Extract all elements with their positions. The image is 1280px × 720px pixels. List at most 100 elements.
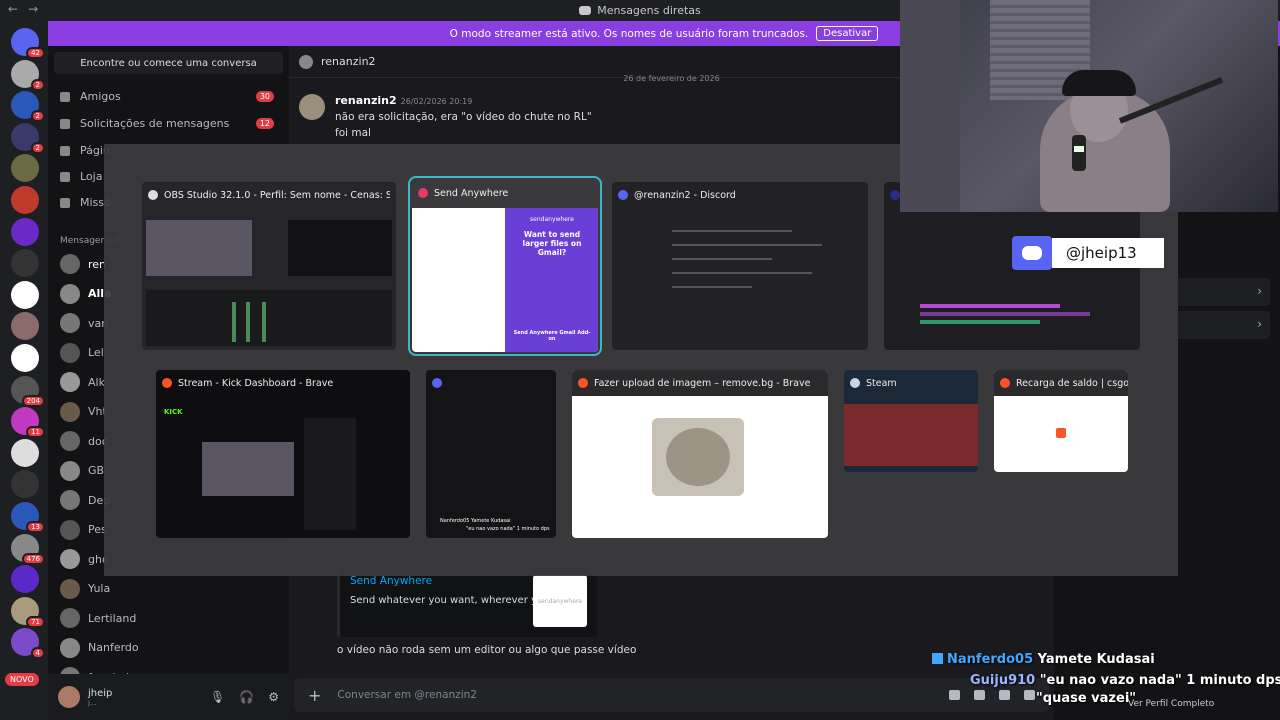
dm-item[interactable]: gho: [60, 549, 109, 569]
switcher-window-steam[interactable]: Steam: [844, 370, 978, 472]
switcher-window-obs[interactable]: OBS Studio 32.1.0 - Perfil: Sem nome - C…: [142, 182, 396, 350]
discord-name-badge: @jheip13: [1012, 236, 1164, 270]
dm-item[interactable]: doc: [60, 431, 108, 451]
switcher-window-overlay[interactable]: Nanferdo05 Yamete Kudasai "eu nao vazo n…: [426, 370, 556, 538]
dm-item[interactable]: Lertiland: [60, 608, 136, 628]
nav-friends[interactable]: Amigos 30: [60, 90, 274, 103]
microphone: [1072, 135, 1086, 171]
window-title: Send Anywhere: [434, 187, 509, 199]
server-icon[interactable]: 2: [11, 59, 45, 91]
avatar: [60, 519, 80, 540]
avatar: [60, 372, 80, 392]
new-badge: NOVO: [5, 673, 39, 686]
server-icon[interactable]: [11, 186, 39, 214]
server-icon[interactable]: 11: [11, 407, 45, 439]
text-line: [672, 230, 792, 232]
unread-badge: 476: [21, 552, 45, 565]
promo-brand: sendanywhere: [530, 216, 574, 223]
forward-arrow-icon[interactable]: →: [28, 2, 38, 16]
dm-item[interactable]: GB: [60, 460, 104, 481]
mail-icon: [60, 118, 70, 129]
unread-badge: 11: [26, 426, 45, 439]
unread-badge: 13: [26, 521, 45, 533]
switcher-window-removebg[interactable]: Fazer upload de imagem – remove.bg - Bra…: [572, 370, 828, 538]
cap: [1062, 70, 1136, 96]
emoji-icon[interactable]: [1024, 690, 1035, 700]
audio-meter: [246, 302, 250, 342]
dm-item[interactable]: Lel: [60, 342, 104, 363]
server-icon[interactable]: [11, 280, 39, 309]
message-composer[interactable]: + Conversar em @renanzin2: [294, 678, 1049, 712]
server-icon[interactable]: 2: [11, 91, 45, 123]
server-icon[interactable]: [11, 470, 39, 499]
dm-item[interactable]: Yula: [60, 578, 110, 599]
friends-icon: [60, 91, 70, 102]
author-avatar[interactable]: [299, 94, 325, 120]
microphone-icon[interactable]: 🎙: [210, 690, 225, 704]
settings-gear-icon[interactable]: ⚙: [268, 690, 279, 704]
sticker-icon[interactable]: [999, 690, 1010, 700]
avatar: [60, 460, 80, 481]
shop-icon: [60, 171, 70, 182]
back-arrow-icon[interactable]: ←: [8, 2, 18, 16]
avatar: [60, 490, 80, 510]
nav-label: Amigos: [80, 90, 121, 103]
server-icon[interactable]: 13: [11, 502, 45, 533]
embed-title[interactable]: Send Anywhere: [350, 575, 432, 587]
server-icon[interactable]: 2: [11, 122, 45, 154]
window-title: Steam: [866, 377, 897, 389]
dm-item[interactable]: van: [60, 313, 108, 333]
chevron-right-icon: ›: [1257, 317, 1262, 331]
server-icon[interactable]: 42: [11, 28, 45, 59]
avatar: [60, 254, 80, 274]
embed-thumbnail[interactable]: sendanywhere: [533, 575, 587, 627]
server-icon[interactable]: 71: [11, 596, 45, 628]
kick-icon: [932, 653, 943, 664]
nav-message-requests[interactable]: Solicitações de mensagens 12: [60, 117, 274, 130]
view-full-profile-link[interactable]: Ver Perfil Completo: [1128, 699, 1214, 709]
add-attachment-icon[interactable]: +: [308, 686, 321, 705]
dm-item[interactable]: Nanferdo: [60, 637, 139, 658]
recipient-avatar[interactable]: [299, 54, 313, 69]
author-name[interactable]: renanzin2: [335, 94, 397, 107]
server-icon[interactable]: [11, 312, 39, 341]
unread-badge: 204: [21, 394, 45, 407]
user-avatar[interactable]: [58, 686, 80, 708]
switcher-window-send-anywhere[interactable]: Send Anywhere sendanywhere Want to send …: [408, 176, 602, 356]
cat-face: [666, 428, 730, 486]
timeline-clip: [920, 320, 1040, 324]
server-icon[interactable]: [11, 438, 39, 467]
dm-item[interactable]: Dep: [60, 490, 110, 510]
recipient-name[interactable]: renanzin2: [321, 55, 376, 68]
headphones-icon[interactable]: 🎧: [239, 690, 254, 704]
switcher-window-csgo[interactable]: Recarga de saldo | csgo.n...: [994, 370, 1128, 472]
dm-item[interactable]: Vht: [60, 401, 107, 422]
server-icon[interactable]: [11, 565, 39, 594]
stream-chat-line: Nanferdo05 Yamete Kudasai: [932, 652, 1155, 667]
timeline-clip: [920, 304, 1060, 308]
composer-placeholder[interactable]: Conversar em @renanzin2: [337, 689, 477, 701]
server-icon[interactable]: [11, 249, 39, 278]
server-icon[interactable]: 204: [11, 375, 45, 407]
server-icon[interactable]: [11, 344, 39, 372]
screen: ← → Mensagens diretas O modo streamer est…: [0, 0, 1280, 720]
text-line: [672, 244, 822, 246]
server-icon[interactable]: [11, 154, 39, 183]
brave-icon: [1000, 378, 1010, 388]
disable-streamer-button[interactable]: Desativar: [816, 26, 879, 41]
dm-item[interactable]: Pes: [60, 519, 107, 540]
dm-item[interactable]: Alk: [60, 372, 105, 392]
discord-icon: [618, 190, 628, 200]
server-icon[interactable]: 476: [11, 533, 45, 565]
switcher-window-kick[interactable]: Stream - Kick Dashboard - Brave KICK: [156, 370, 410, 538]
mixer-pane: [146, 290, 392, 346]
server-icon[interactable]: 4: [11, 628, 45, 660]
gif-icon[interactable]: [974, 690, 985, 700]
server-icon[interactable]: [11, 217, 39, 246]
dm-search-button[interactable]: Encontre ou comece uma conversa: [54, 52, 283, 74]
gift-icon[interactable]: [949, 690, 960, 700]
dm-item[interactable]: ren: [60, 254, 106, 274]
switcher-window-discord[interactable]: @renanzin2 - Discord: [612, 182, 868, 350]
mic-light: [1074, 146, 1084, 152]
preview-pane: [288, 220, 392, 276]
